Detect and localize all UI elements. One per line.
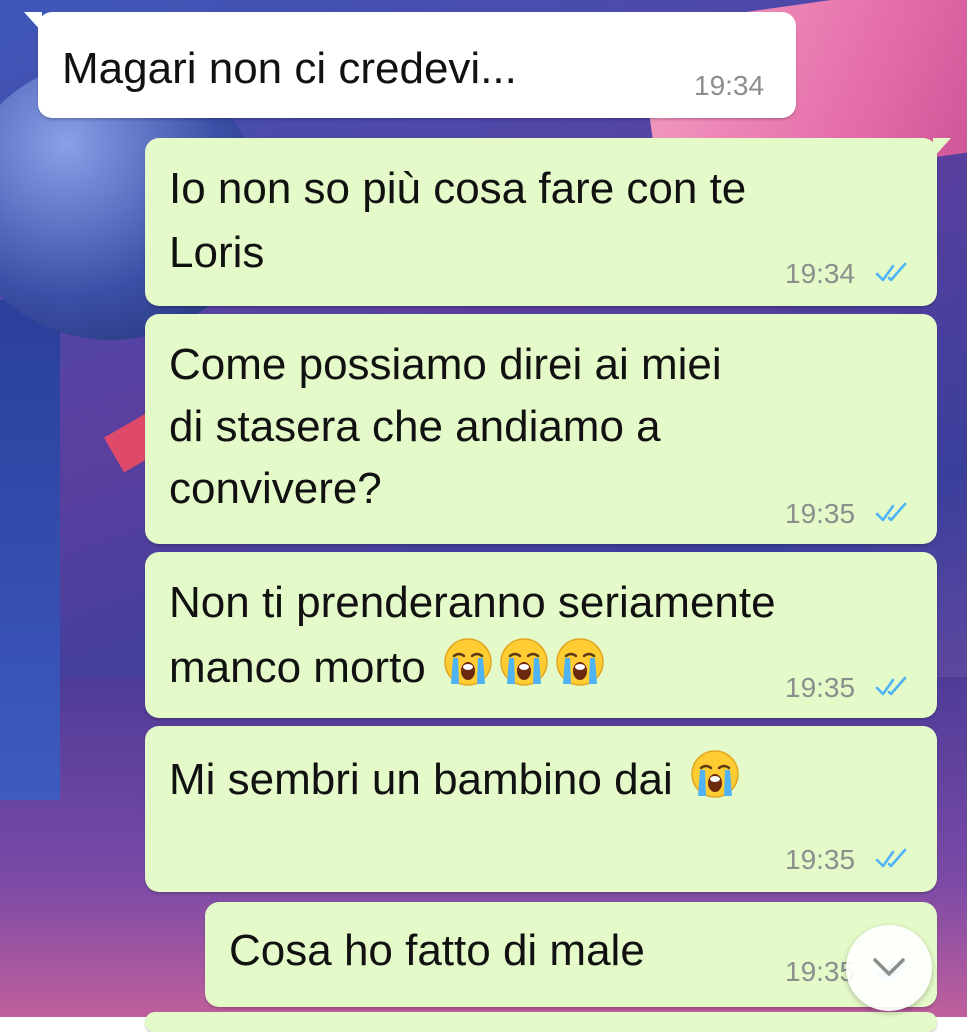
outgoing-message-bubble-partial[interactable]: [145, 1012, 937, 1032]
message-text-line: Mi sembri un bambino dai: [169, 748, 741, 809]
message-timestamp: 19:35: [785, 672, 856, 703]
wallpaper-stripe: [0, 300, 60, 800]
message-text: Magari non ci credevi...: [62, 44, 517, 93]
message-text-line: convivere?: [169, 464, 382, 513]
message-text: Mi sembri un bambino dai: [169, 755, 673, 804]
outgoing-message-bubble[interactable]: Mi sembri un bambino dai 19:35: [145, 726, 937, 892]
incoming-message-bubble[interactable]: Magari non ci credevi... 19:34: [24, 12, 796, 118]
message-text-line: manco morto: [169, 636, 606, 697]
message-text: manco morto: [169, 643, 426, 692]
loudly-crying-face-icon: [444, 638, 492, 686]
chevron-down-icon: [873, 958, 905, 976]
message-timestamp: 19:34: [785, 258, 856, 289]
message-text-line: Come possiamo direi ai miei: [169, 340, 722, 389]
message-text-line: Non ti prenderanno seriamente: [169, 578, 776, 627]
outgoing-message-bubble[interactable]: Io non so più cosa fare con te Loris 19:…: [145, 138, 951, 306]
message-timestamp: 19:35: [785, 956, 856, 987]
bubble-tail: [24, 12, 42, 32]
outgoing-message-bubble[interactable]: Non ti prenderanno seriamente manco mort…: [145, 552, 937, 718]
message-timestamp: 19:35: [785, 844, 856, 875]
outgoing-message-bubble[interactable]: Cosa ho fatto di male 19:35: [205, 902, 937, 1007]
loudly-crying-face-icon: [556, 638, 604, 686]
bubble-tail: [933, 138, 951, 158]
message-text-line: Io non so più cosa fare con te: [169, 164, 747, 213]
message-timestamp: 19:35: [785, 498, 856, 529]
double-check-icon: [875, 676, 907, 696]
outgoing-message-bubble[interactable]: Come possiamo direi ai miei di stasera c…: [145, 314, 937, 544]
double-check-icon: [875, 502, 907, 522]
message-text-line: di stasera che andiamo a: [169, 402, 661, 451]
message-timestamp: 19:34: [694, 70, 765, 101]
scroll-to-bottom-button[interactable]: [846, 925, 932, 1011]
double-check-icon: [875, 262, 907, 282]
message-text-line: Loris: [169, 228, 265, 277]
message-text: Cosa ho fatto di male: [229, 926, 645, 975]
double-check-icon: [875, 848, 907, 868]
loudly-crying-face-icon: [691, 750, 739, 798]
loudly-crying-face-icon: [500, 638, 548, 686]
